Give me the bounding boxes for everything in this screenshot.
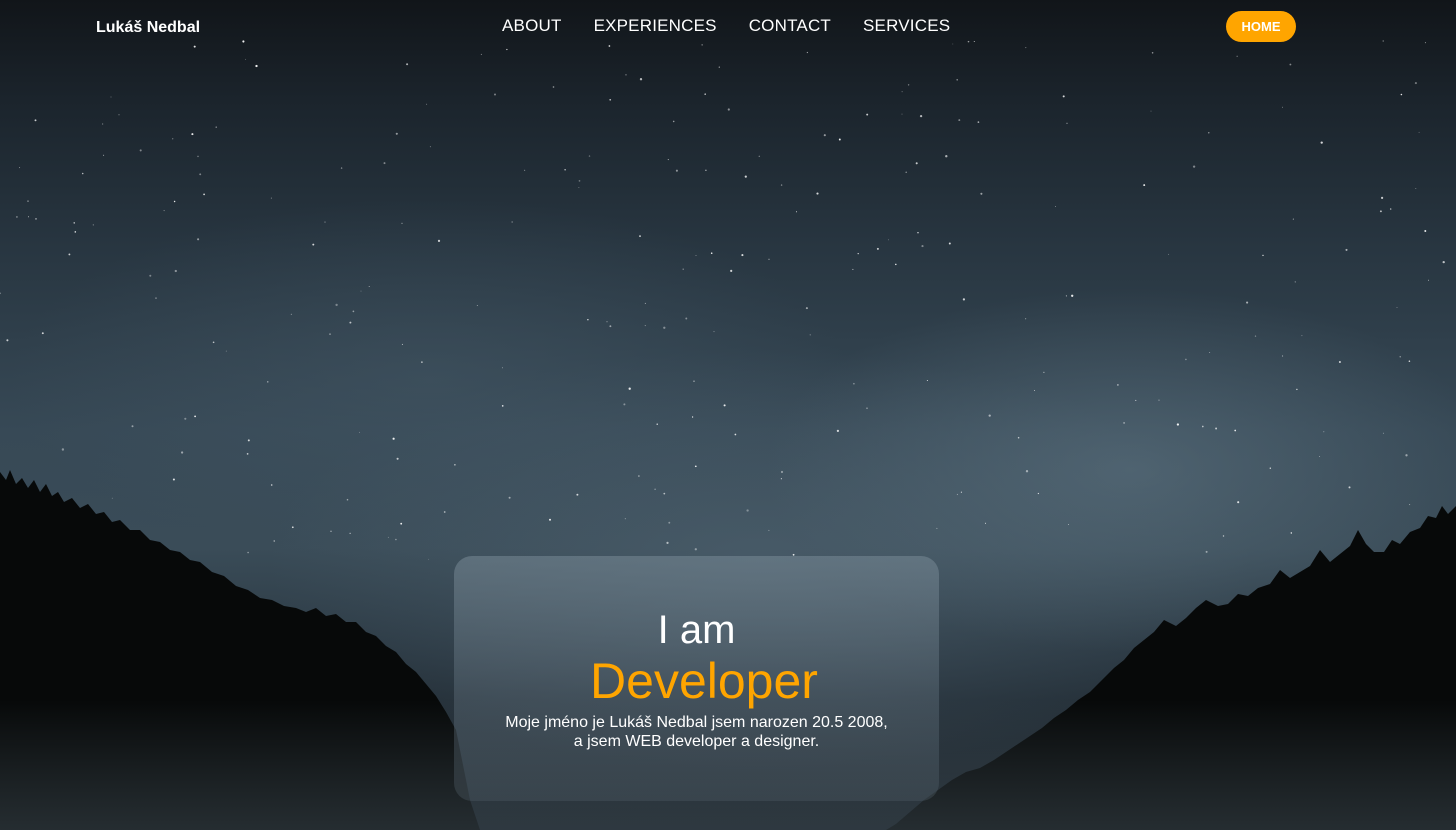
nav-link-services[interactable]: SERVICES — [863, 16, 950, 36]
nav-menu: ABOUT EXPERIENCES CONTACT SERVICES — [502, 16, 950, 36]
brand-logo[interactable]: Lukáš Nedbal — [96, 19, 200, 37]
hero-role: Developer — [590, 653, 818, 709]
home-button[interactable]: HOME — [1226, 11, 1296, 42]
nav-link-contact[interactable]: CONTACT — [749, 16, 831, 36]
hero-description-line-2: a jsem WEB developer a designer. — [573, 733, 820, 750]
top-navbar: Lukáš Nedbal ABOUT EXPERIENCES CONTACT S… — [0, 0, 1456, 56]
nav-link-about[interactable]: ABOUT — [502, 16, 562, 36]
nav-link-experiences[interactable]: EXPERIENCES — [594, 16, 717, 36]
hero-description-line-1: Moje jméno je Lukáš Nedbal jsem narozen … — [505, 714, 888, 731]
hero-description: Moje jméno je Lukáš Nedbal jsem narozen … — [454, 713, 939, 751]
hero-card: I am Developer Moje jméno je Lukáš Nedba… — [454, 556, 939, 801]
hero-page: Lukáš Nedbal ABOUT EXPERIENCES CONTACT S… — [0, 0, 1456, 830]
hero-intro: I am — [657, 608, 736, 652]
